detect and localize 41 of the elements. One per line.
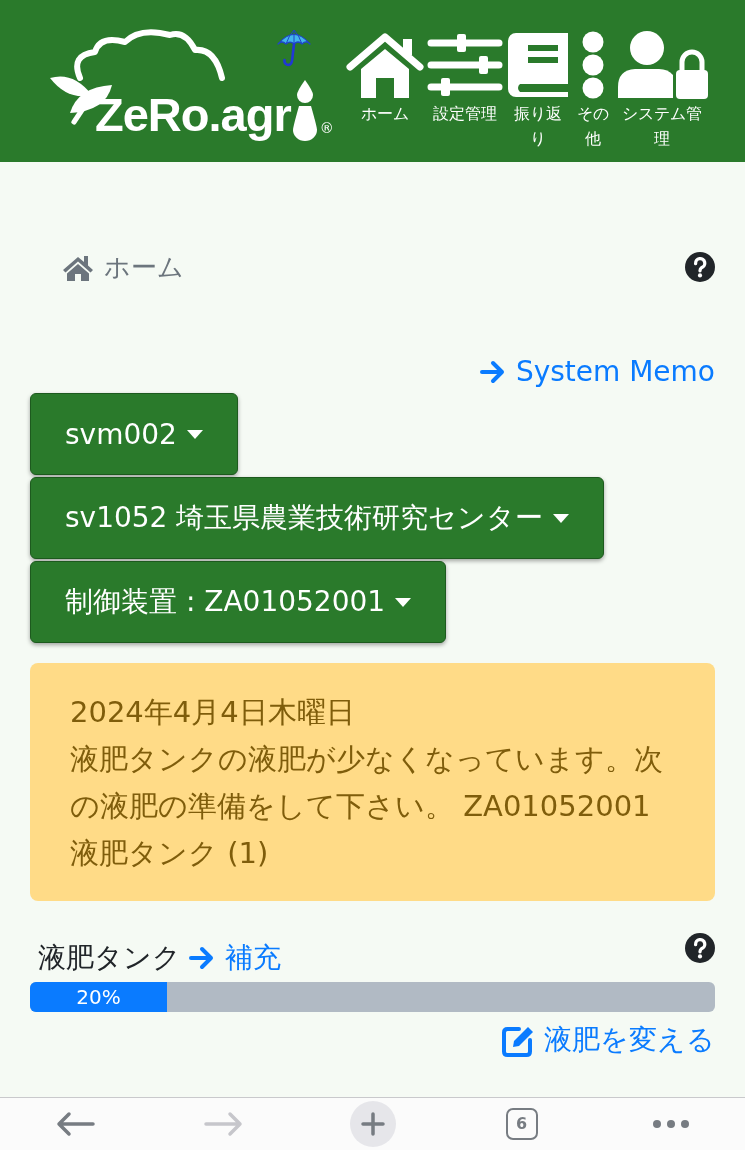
umbrella-icon bbox=[275, 27, 313, 67]
caret-icon bbox=[395, 597, 412, 607]
breadcrumb-current: ホーム bbox=[104, 252, 184, 282]
logo-wordmark: ZeRo.agr bbox=[95, 91, 291, 139]
droplet-icon bbox=[291, 80, 318, 142]
more-button[interactable] bbox=[652, 1120, 689, 1128]
user-lock-icon bbox=[616, 30, 708, 100]
home-nav-link[interactable]: ホーム bbox=[345, 30, 425, 126]
tank-label: 液肥タンク bbox=[38, 940, 181, 976]
registered-mark: ® bbox=[319, 120, 334, 136]
more-icon bbox=[652, 1120, 689, 1128]
more-nav-link[interactable]: その他 bbox=[573, 30, 613, 151]
admin-nav-link[interactable]: システム管理 bbox=[615, 30, 709, 151]
settings-nav-link[interactable]: 設定管理 bbox=[427, 30, 503, 126]
back-button[interactable] bbox=[54, 1111, 95, 1137]
house-icon bbox=[62, 253, 94, 281]
dropdown-button[interactable]: sv1052 埼玉県農業技術研究センター bbox=[30, 477, 605, 559]
alert-message: 液肥タンクの液肥が少なくなっています。次の液肥の準備をして下さい。 ZA01052001 液肥タンク (1) bbox=[70, 741, 664, 872]
tabs-button[interactable]: 6 bbox=[505, 1108, 538, 1140]
change-fertilizer-link[interactable]: 液肥を変える bbox=[500, 1023, 715, 1057]
dropdown-button[interactable]: svm002 bbox=[30, 393, 238, 475]
review-nav-link[interactable]: 振り返り bbox=[505, 30, 571, 151]
new-tab-button[interactable] bbox=[349, 1101, 396, 1147]
vertical-dots-icon bbox=[580, 31, 606, 99]
sliders-icon bbox=[427, 33, 503, 97]
system-memo-link[interactable]: System Memo bbox=[479, 355, 715, 389]
right-arrow-icon bbox=[203, 1111, 244, 1137]
help-icon[interactable] bbox=[685, 933, 715, 963]
right-arrow-icon bbox=[189, 946, 215, 970]
caret-icon bbox=[186, 429, 203, 439]
plus-icon bbox=[360, 1112, 385, 1136]
dropdown-button[interactable]: 制御装置 : ZA01052001 bbox=[30, 561, 447, 643]
left-arrow-icon bbox=[54, 1111, 95, 1137]
house-icon bbox=[345, 30, 425, 100]
refill-link[interactable]: 補充 bbox=[189, 941, 281, 975]
alert-date: 2024年4月4日木曜日 bbox=[70, 694, 356, 731]
progress-label: 20% bbox=[76, 985, 121, 1009]
help-icon[interactable] bbox=[685, 252, 715, 282]
book-icon bbox=[506, 32, 570, 98]
right-arrow-icon bbox=[479, 360, 506, 384]
caret-icon bbox=[553, 513, 570, 523]
